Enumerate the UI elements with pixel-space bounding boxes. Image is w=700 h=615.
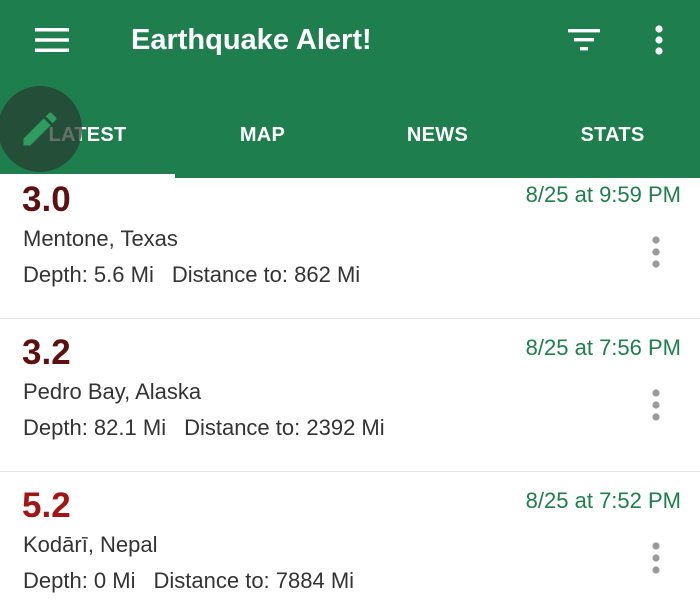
item-overflow-button[interactable] xyxy=(642,538,670,578)
depth-label: Depth: 0 Mi xyxy=(23,568,136,593)
distance-label: Distance to: 2392 Mi xyxy=(184,415,385,440)
more-vertical-icon xyxy=(655,25,663,55)
distance-label: Distance to: 7884 Mi xyxy=(153,568,355,593)
location-label: Kodārī, Nepal xyxy=(23,532,158,557)
tab-stats[interactable]: STATS xyxy=(525,100,700,178)
overflow-menu-button[interactable] xyxy=(634,16,684,64)
magnitude-label: 3.2 xyxy=(22,333,71,372)
event-time: 8/25 at 9:59 PM xyxy=(525,182,681,207)
app-title: Earthquake Alert! xyxy=(131,24,372,56)
location-label: Pedro Bay, Alaska xyxy=(23,379,202,404)
quake-stats: Depth: 0 Mi Distance to: 7884 Mi xyxy=(23,566,354,596)
earthquake-list-item[interactable]: 5.2 8/25 at 7:52 PM Kodārī, Nepal Depth:… xyxy=(0,472,700,615)
pencil-icon xyxy=(23,112,57,146)
filter-button[interactable] xyxy=(556,16,612,64)
event-time: 8/25 at 7:56 PM xyxy=(525,335,681,360)
more-vertical-icon xyxy=(652,389,660,421)
item-overflow-button[interactable] xyxy=(642,232,670,272)
earthquake-list-item[interactable]: 3.0 8/25 at 9:59 PM Mentone, Texas Depth… xyxy=(0,178,700,319)
item-overflow-button[interactable] xyxy=(642,385,670,425)
tab-label: STATS xyxy=(580,123,645,146)
menu-button[interactable] xyxy=(24,16,80,64)
magnitude-label: 5.2 xyxy=(22,486,71,525)
distance-label: Distance to: 862 Mi xyxy=(171,262,361,287)
tab-label: NEWS xyxy=(406,123,469,146)
magnitude-label: 3.0 xyxy=(22,180,71,219)
edit-fab-button[interactable] xyxy=(0,86,82,172)
earthquake-list-item[interactable]: 3.2 8/25 at 7:56 PM Pedro Bay, Alaska De… xyxy=(0,319,700,472)
app-bar: Earthquake Alert! LATEST MAP NEWS STATS xyxy=(0,0,700,178)
event-time: 8/25 at 7:52 PM xyxy=(525,488,681,513)
tab-label: MAP xyxy=(239,123,286,146)
tab-bar: LATEST MAP NEWS STATS xyxy=(0,100,700,178)
more-vertical-icon xyxy=(652,236,660,268)
more-vertical-icon xyxy=(652,542,660,574)
filter-icon xyxy=(568,29,600,51)
earthquake-list: 3.0 8/25 at 9:59 PM Mentone, Texas Depth… xyxy=(0,178,700,615)
depth-label: Depth: 82.1 Mi xyxy=(23,415,167,440)
tab-map[interactable]: MAP xyxy=(175,100,350,178)
depth-label: Depth: 5.6 Mi xyxy=(23,262,154,287)
location-label: Mentone, Texas xyxy=(23,226,178,251)
quake-stats: Depth: 5.6 Mi Distance to: 862 Mi xyxy=(23,260,360,290)
quake-stats: Depth: 82.1 Mi Distance to: 2392 Mi xyxy=(23,413,385,443)
tab-news[interactable]: NEWS xyxy=(350,100,525,178)
app-screen: Earthquake Alert! LATEST MAP NEWS STATS … xyxy=(0,0,700,615)
hamburger-menu-icon xyxy=(35,28,69,52)
